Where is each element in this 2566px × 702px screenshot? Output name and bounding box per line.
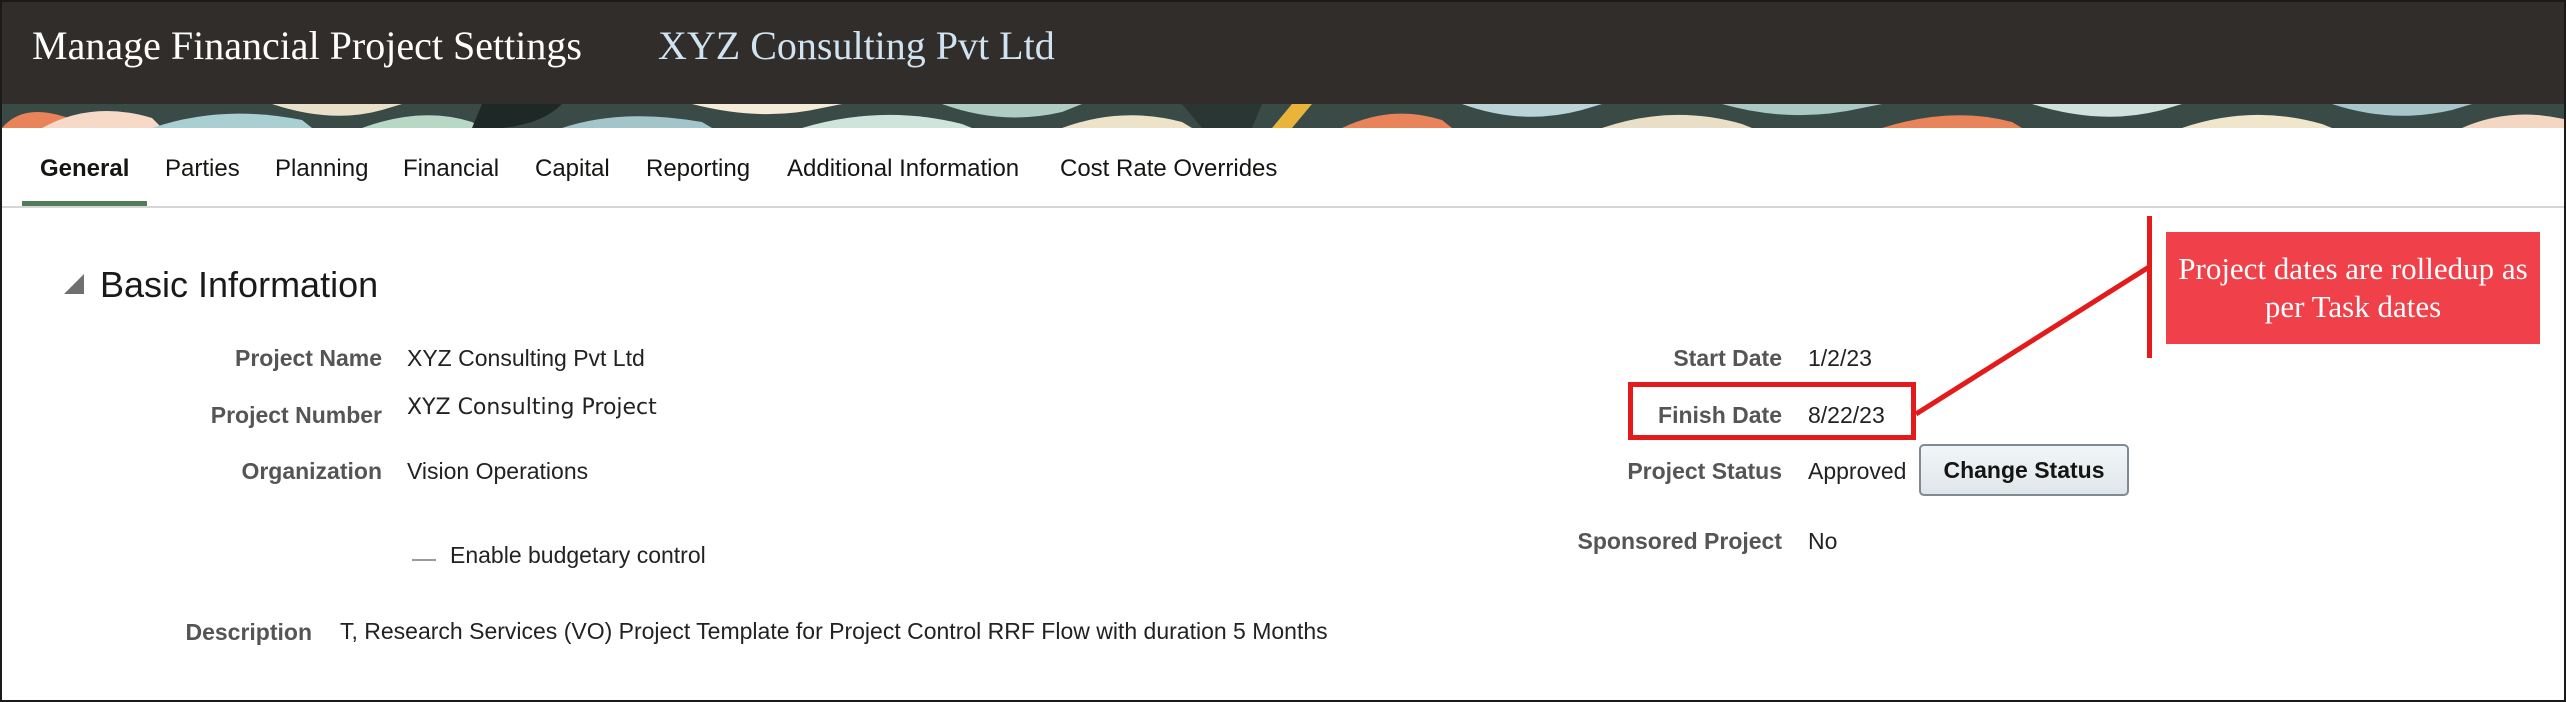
tab-capital[interactable]: Capital xyxy=(535,128,610,204)
description-label: Description xyxy=(185,619,312,645)
start-date-value: 1/2/23 xyxy=(1808,345,1872,371)
tab-financial[interactable]: Financial xyxy=(403,128,499,204)
project-number-label: Project Number xyxy=(210,402,382,428)
budgetary-control-label: Enable budgetary control xyxy=(450,542,706,568)
tab-parties[interactable]: Parties xyxy=(165,128,240,204)
project-name-label: Project Name xyxy=(234,345,382,371)
app-window: Manage Financial Project Settings XYZ Co… xyxy=(0,0,2566,702)
project-status-label: Project Status xyxy=(1627,458,1782,484)
collapse-triangle-icon[interactable] xyxy=(64,274,84,294)
page-title: Manage Financial Project Settings xyxy=(32,23,582,68)
project-status-value: Approved xyxy=(1808,458,1907,484)
budgetary-control-checkbox[interactable] xyxy=(412,559,436,561)
annotation-callout: Project dates are rolledup as per Task d… xyxy=(2166,232,2540,344)
start-date-label: Start Date xyxy=(1673,345,1782,371)
tab-planning[interactable]: Planning xyxy=(275,128,368,204)
decorative-banner xyxy=(2,104,2564,128)
organization-label: Organization xyxy=(241,458,382,484)
change-status-button[interactable]: Change Status xyxy=(1919,444,2129,496)
sponsored-project-value: No xyxy=(1808,528,1838,554)
tab-bar: General Parties Planning Financial Capit… xyxy=(2,128,2564,208)
description-value: T, Research Services (VO) Project Templa… xyxy=(340,618,1328,644)
tab-cost-rate-overrides[interactable]: Cost Rate Overrides xyxy=(1060,128,1277,204)
project-name-value: XYZ Consulting Pvt Ltd xyxy=(407,345,645,371)
annotation-bracket-line xyxy=(2147,216,2152,358)
section-title: Basic Information xyxy=(100,264,379,305)
tab-additional-information[interactable]: Additional Information xyxy=(787,128,1019,204)
finish-date-highlight-box xyxy=(1628,382,1916,440)
sponsored-project-label: Sponsored Project xyxy=(1577,528,1782,554)
organization-value: Vision Operations xyxy=(407,458,589,484)
project-number-value: XYZ Consulting Project xyxy=(407,395,657,420)
page-header: Manage Financial Project Settings XYZ Co… xyxy=(2,2,2564,104)
tab-reporting[interactable]: Reporting xyxy=(646,128,750,204)
tab-general[interactable]: General xyxy=(21,128,148,206)
page-subtitle: XYZ Consulting Pvt Ltd xyxy=(658,23,1055,68)
